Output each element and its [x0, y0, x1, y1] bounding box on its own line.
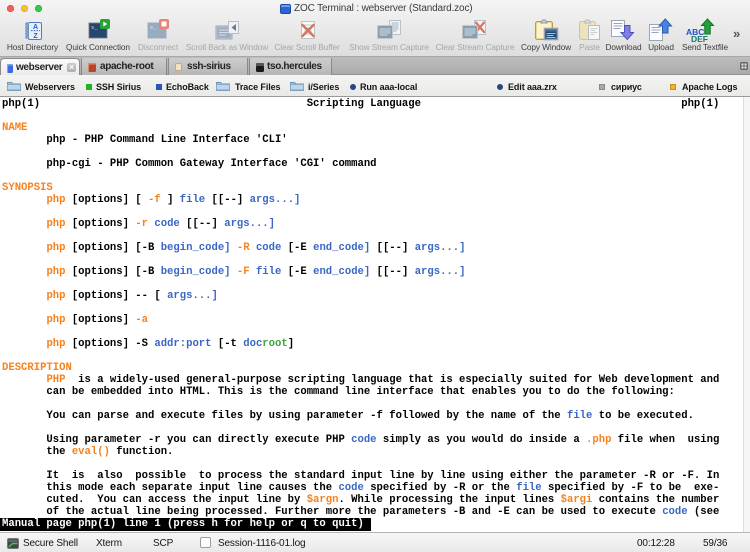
svg-text:Z: Z	[33, 33, 38, 40]
svg-text:s_: s_	[150, 24, 157, 31]
svg-text:s_: s_	[91, 24, 98, 31]
svg-text:A: A	[33, 24, 38, 31]
